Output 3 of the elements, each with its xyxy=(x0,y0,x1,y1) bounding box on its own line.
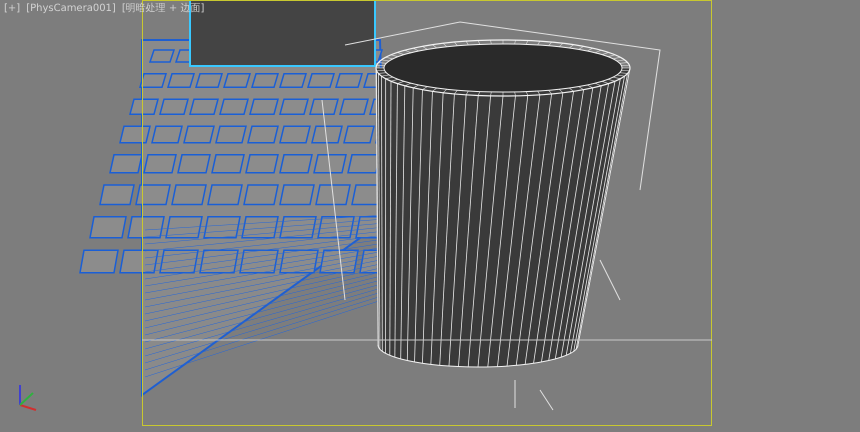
axis-icon xyxy=(19,385,36,411)
viewport-label[interactable]: [+] xyxy=(4,2,20,16)
viewport-label[interactable]: [PhysCamera001] xyxy=(26,2,116,16)
